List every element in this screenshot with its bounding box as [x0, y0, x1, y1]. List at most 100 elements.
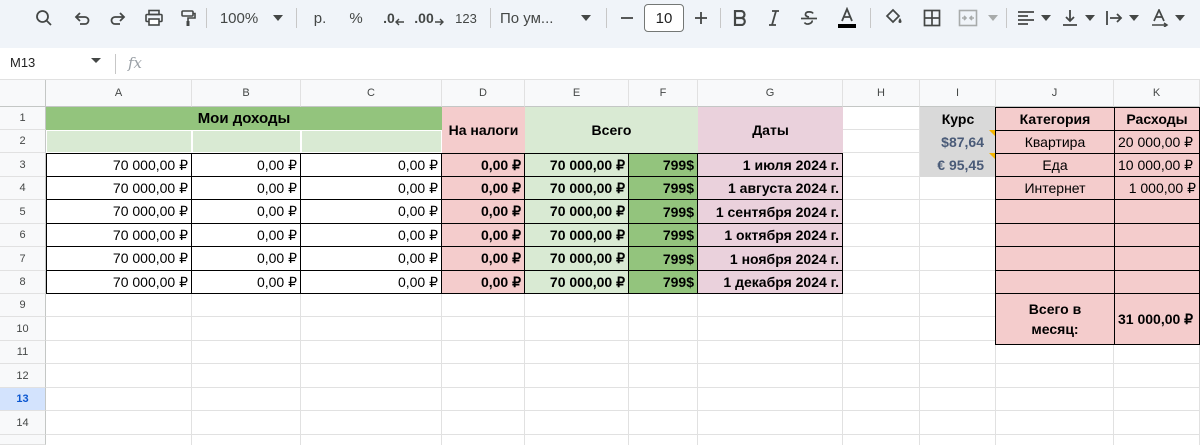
redo-icon[interactable] [104, 0, 132, 36]
category-cell[interactable] [995, 246, 1115, 271]
column-header-c[interactable]: C [301, 80, 442, 107]
currency-format-button[interactable]: р. [306, 0, 334, 36]
taxes-header-cell[interactable]: На налоги [442, 107, 525, 153]
chevron-down-icon[interactable] [1084, 0, 1096, 36]
font-size-decrease-icon[interactable] [614, 0, 640, 36]
expense-amount-cell[interactable] [1114, 246, 1200, 271]
total-rub-cell[interactable]: 70 000,00 ₽ [524, 246, 629, 271]
valign-bottom-icon[interactable] [1058, 0, 1082, 36]
row-header-3[interactable]: 3 [0, 153, 46, 177]
expense-amount-cell[interactable]: 20 000,00 ₽ [1114, 130, 1200, 154]
date-cell[interactable]: 1 ноября 2024 г. [697, 246, 843, 271]
row-header-12[interactable]: 12 [0, 364, 46, 388]
monthly-total-value-cell[interactable]: 31 000,00 ₽ [1114, 293, 1200, 345]
column-header-h[interactable]: H [843, 80, 920, 107]
total-usd-cell[interactable]: 799$ [628, 270, 698, 294]
chevron-down-icon[interactable] [1128, 0, 1140, 36]
font-family-select[interactable]: По ум... [500, 0, 570, 36]
chevron-down-icon[interactable] [578, 0, 594, 36]
percent-format-button[interactable]: % [342, 0, 370, 36]
column-header-d[interactable]: D [442, 80, 525, 107]
expense-amount-cell[interactable]: 10 000,00 ₽ [1114, 153, 1200, 177]
expense-amount-cell[interactable] [1114, 270, 1200, 294]
expenses-header-cell[interactable]: Расходы [1114, 107, 1200, 131]
row-header-14[interactable]: 14 [0, 411, 46, 435]
income-a-cell[interactable]: 70 000,00 ₽ [46, 246, 192, 271]
income-c-cell[interactable]: 0,00 ₽ [300, 223, 442, 247]
strikethrough-icon[interactable] [796, 0, 822, 36]
merge-cells-icon[interactable] [954, 0, 982, 36]
font-size-input[interactable]: 10 [644, 4, 684, 32]
column-header-j[interactable]: J [996, 80, 1114, 107]
income-a-cell[interactable]: 70 000,00 ₽ [46, 223, 192, 247]
income-b-cell[interactable]: 0,00 ₽ [191, 153, 301, 177]
row-header-13[interactable]: 13 [0, 388, 46, 411]
total-usd-cell[interactable]: 799$ [628, 176, 698, 200]
taxes-cell[interactable]: 0,00 ₽ [441, 153, 525, 177]
row-header-1[interactable]: 1 [0, 107, 46, 130]
income-b-cell[interactable]: 0,00 ₽ [191, 176, 301, 200]
total-usd-cell[interactable]: 799$ [628, 199, 698, 224]
income-a-cell[interactable]: 70 000,00 ₽ [46, 270, 192, 294]
text-color-icon[interactable] [834, 0, 860, 36]
income-b-cell[interactable]: 0,00 ₽ [191, 199, 301, 224]
cell-c2[interactable] [301, 130, 442, 153]
category-cell[interactable] [995, 199, 1115, 224]
taxes-cell[interactable]: 0,00 ₽ [441, 246, 525, 271]
cell-a2[interactable] [46, 130, 192, 153]
income-b-cell[interactable]: 0,00 ₽ [191, 223, 301, 247]
font-size-increase-icon[interactable] [688, 0, 714, 36]
number-format-button[interactable]: 123 [450, 0, 482, 36]
total-usd-cell[interactable]: 799$ [628, 223, 698, 247]
total-rub-cell[interactable]: 70 000,00 ₽ [524, 270, 629, 294]
category-cell[interactable]: Интернет [995, 176, 1115, 200]
date-cell[interactable]: 1 августа 2024 г. [697, 176, 843, 200]
bold-icon[interactable] [728, 0, 752, 36]
total-rub-cell[interactable]: 70 000,00 ₽ [524, 176, 629, 200]
spreadsheet-grid[interactable]: A B C D E F G H I J K 1 2 3 4 5 6 7 8 9 … [0, 80, 1200, 445]
chevron-down-icon[interactable] [1040, 0, 1052, 36]
text-rotation-icon[interactable] [1148, 0, 1172, 36]
column-header-f[interactable]: F [629, 80, 698, 107]
total-rub-cell[interactable]: 70 000,00 ₽ [524, 199, 629, 224]
expense-amount-cell[interactable] [1114, 199, 1200, 224]
row-header-9[interactable]: 9 [0, 294, 46, 317]
total-usd-cell[interactable]: 799$ [628, 153, 698, 177]
taxes-cell[interactable]: 0,00 ₽ [441, 270, 525, 294]
paint-format-icon[interactable] [174, 0, 202, 36]
date-cell[interactable]: 1 октября 2024 г. [697, 223, 843, 247]
row-header-10[interactable]: 10 [0, 317, 46, 341]
income-b-cell[interactable]: 0,00 ₽ [191, 270, 301, 294]
expense-amount-cell[interactable]: 1 000,00 ₽ [1114, 176, 1200, 200]
income-a-cell[interactable]: 70 000,00 ₽ [46, 153, 192, 177]
taxes-cell[interactable]: 0,00 ₽ [441, 199, 525, 224]
chevron-down-icon[interactable] [1174, 0, 1186, 36]
column-header-i[interactable]: I [920, 80, 996, 107]
date-cell[interactable]: 1 декабря 2024 г. [697, 270, 843, 294]
column-header-e[interactable]: E [525, 80, 629, 107]
total-rub-cell[interactable]: 70 000,00 ₽ [524, 153, 629, 177]
name-box[interactable]: M13 [10, 55, 35, 70]
print-icon[interactable] [140, 0, 168, 36]
row-header-2[interactable]: 2 [0, 130, 46, 153]
taxes-cell[interactable]: 0,00 ₽ [441, 176, 525, 200]
select-all-corner[interactable] [0, 80, 46, 107]
total-rub-cell[interactable]: 70 000,00 ₽ [524, 223, 629, 247]
usd-rate-cell[interactable]: $87,64 [920, 130, 996, 153]
cell-b2[interactable] [192, 130, 301, 153]
date-cell[interactable]: 1 сентября 2024 г. [697, 199, 843, 224]
rate-header-cell[interactable]: Курс [920, 107, 996, 130]
row-header-6[interactable]: 6 [0, 224, 46, 247]
increase-decimal-button[interactable]: .00 [414, 0, 444, 36]
category-cell[interactable]: Еда [995, 153, 1115, 177]
expense-amount-cell[interactable] [1114, 223, 1200, 247]
chevron-down-icon[interactable] [91, 58, 101, 63]
column-header-k[interactable]: K [1114, 80, 1200, 107]
column-header-g[interactable]: G [698, 80, 843, 107]
category-cell[interactable]: Квартира [995, 130, 1115, 154]
category-cell[interactable] [995, 270, 1115, 294]
chevron-down-icon[interactable] [986, 0, 1000, 36]
row-header-5[interactable]: 5 [0, 200, 46, 224]
date-cell[interactable]: 1 июля 2024 г. [697, 153, 843, 177]
income-a-cell[interactable]: 70 000,00 ₽ [46, 199, 192, 224]
